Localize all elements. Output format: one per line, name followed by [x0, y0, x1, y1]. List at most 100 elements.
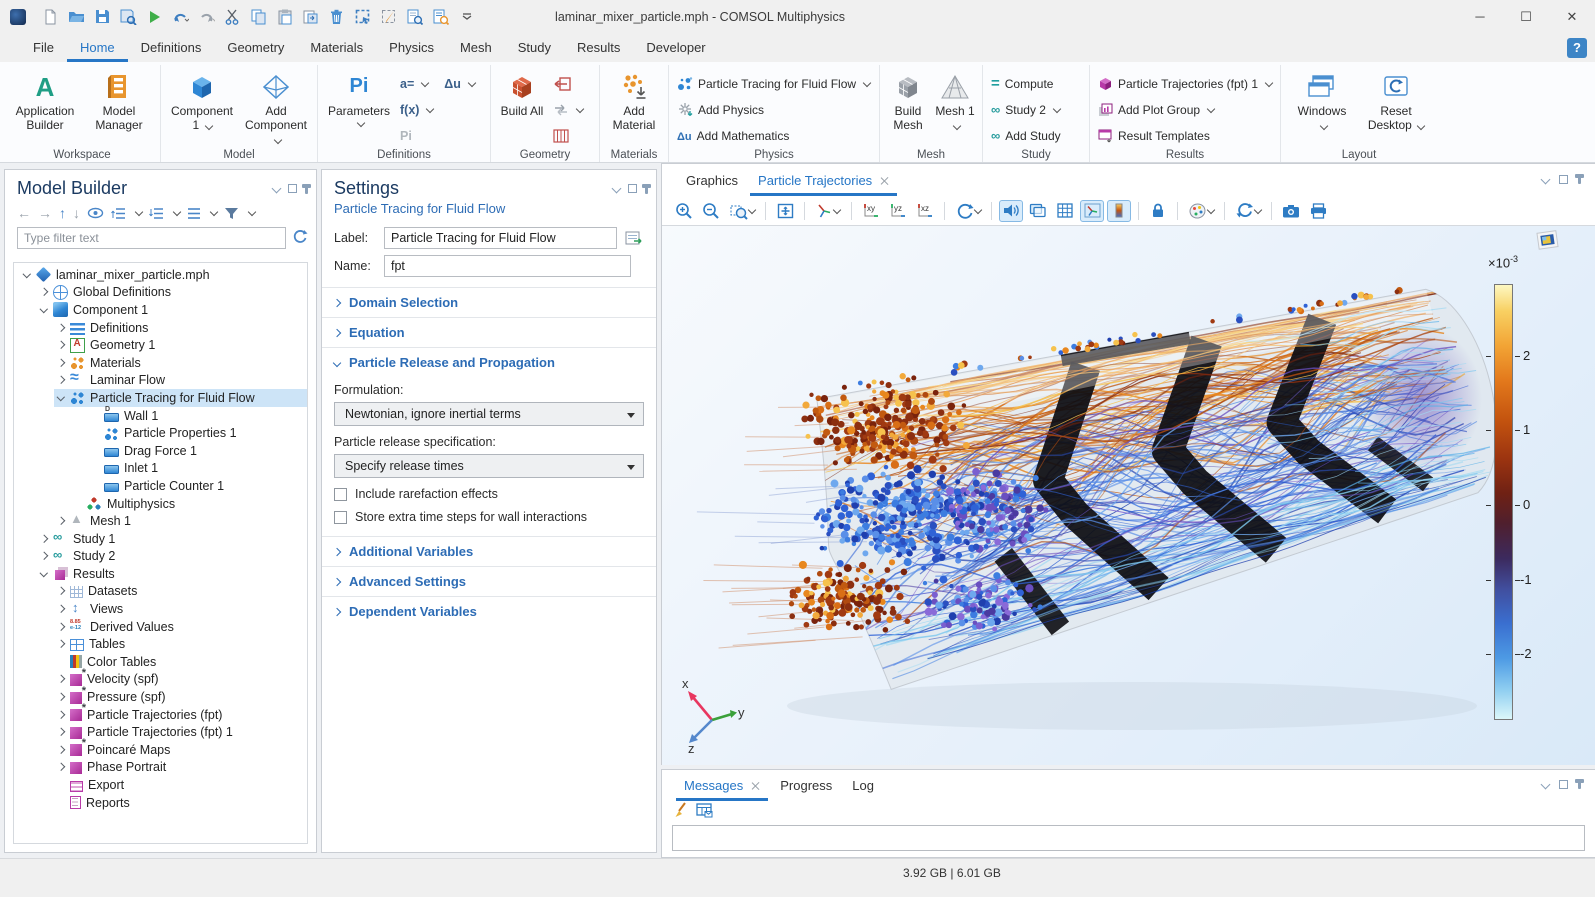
tree-item[interactable]: Poincaré Maps — [54, 741, 307, 759]
new-file-icon[interactable] — [42, 8, 59, 25]
menu-definitions[interactable]: Definitions — [128, 33, 215, 62]
panel-menu-icon[interactable] — [1541, 779, 1551, 789]
graphics-canvas[interactable]: ×10-3 2 1 0 -1 -2 x y z — [662, 225, 1595, 765]
tree-item[interactable]: Datasets — [54, 583, 307, 601]
tree-item[interactable]: Particle Trajectories (fpt) — [54, 706, 307, 724]
add-mathematics-button[interactable]: Add Mathematics — [674, 123, 874, 148]
menu-results[interactable]: Results — [564, 33, 633, 62]
copy-icon[interactable] — [250, 8, 267, 25]
filter-icon[interactable] — [224, 207, 239, 220]
tree-item[interactable]: Results — [37, 565, 307, 583]
back-icon[interactable]: ← — [17, 205, 31, 221]
scene-axes-icon[interactable] — [1080, 200, 1104, 222]
float-panel-icon[interactable] — [1559, 175, 1568, 184]
undo-icon[interactable] — [172, 8, 189, 25]
filter-input[interactable] — [17, 227, 286, 249]
cut-icon[interactable] — [224, 8, 241, 25]
add-plot-group-button[interactable]: Add Plot Group — [1095, 97, 1275, 122]
sound-icon[interactable] — [999, 200, 1023, 222]
rename-icon[interactable] — [623, 227, 644, 249]
component1-button[interactable]: Component 1 — [166, 67, 238, 132]
tree-item[interactable]: Reports — [54, 794, 307, 812]
float-panel-icon[interactable] — [628, 184, 637, 193]
pin-panel-icon[interactable] — [645, 184, 648, 194]
plot-group-button[interactable]: Particle Trajectories (fpt) 1 — [1095, 71, 1275, 96]
menu-file[interactable]: File — [20, 33, 67, 62]
variables-button[interactable]: a=Δu — [397, 71, 485, 96]
tree-item[interactable]: Color Tables — [54, 653, 307, 671]
menu-study[interactable]: Study — [505, 33, 564, 62]
tree-item[interactable]: Laminar Flow — [54, 372, 307, 390]
section-domain-selection[interactable]: Domain Selection — [322, 287, 656, 317]
wall-interactions-checkbox-row[interactable]: Store extra time steps for wall interact… — [334, 510, 644, 524]
menu-developer[interactable]: Developer — [633, 33, 718, 62]
tree-item[interactable]: Component 1 — [37, 301, 307, 319]
name-input[interactable] — [384, 255, 631, 277]
toolbar-chevron-icon[interactable] — [458, 8, 475, 25]
select-icon[interactable] — [354, 8, 371, 25]
lasso-icon[interactable] — [380, 8, 397, 25]
add-study-button[interactable]: Add Study — [988, 123, 1084, 148]
physics-interface-button[interactable]: Particle Tracing for Fluid Flow — [674, 71, 874, 96]
zoom-box-icon[interactable] — [726, 200, 758, 222]
formulation-select[interactable]: Newtonian, ignore inertial terms — [334, 402, 644, 426]
close-button[interactable]: ✕ — [1549, 0, 1595, 33]
run-icon[interactable] — [146, 8, 163, 25]
maximize-button[interactable]: ☐ — [1503, 0, 1549, 33]
color-legend-icon[interactable] — [1107, 200, 1131, 222]
view-yz-icon[interactable]: yz — [886, 200, 910, 222]
expand-all-icon[interactable] — [149, 207, 164, 220]
menu-materials[interactable]: Materials — [297, 33, 376, 62]
tab-messages[interactable]: Messages — [674, 770, 770, 801]
refresh-icon[interactable] — [292, 229, 308, 247]
tree-item[interactable]: Particle Properties 1 — [88, 424, 307, 442]
tree-item[interactable]: Inlet 1 — [88, 460, 307, 478]
geometry-parts-icon[interactable] — [550, 123, 594, 148]
tree-item[interactable]: Study 2 — [37, 548, 307, 566]
appearance-icon[interactable] — [1185, 200, 1217, 222]
table-message-icon[interactable] — [696, 803, 713, 821]
parameters-button[interactable]: Parameters — [323, 67, 395, 126]
section-particle-release[interactable]: Particle Release and Propagation Formula… — [322, 347, 656, 536]
build-all-button[interactable]: Build All — [496, 67, 548, 118]
tab-progress[interactable]: Progress — [770, 770, 842, 801]
study2-button[interactable]: Study 2 — [988, 97, 1084, 122]
preview-doc-icon[interactable] — [406, 8, 423, 25]
lock-icon[interactable] — [1146, 200, 1170, 222]
panel-menu-icon[interactable] — [612, 184, 622, 194]
tab-graphics[interactable]: Graphics — [676, 164, 748, 196]
zoom-in-icon[interactable] — [672, 200, 696, 222]
add-component-button[interactable]: Add Component — [240, 67, 312, 146]
snapshot-icon[interactable] — [1279, 200, 1303, 222]
menu-home[interactable]: Home — [67, 33, 128, 62]
tree-item[interactable]: Wall 1 — [88, 407, 307, 425]
add-material-button[interactable]: Add Material — [605, 67, 663, 132]
close-icon[interactable] — [880, 176, 889, 185]
tree-item[interactable]: Particle Counter 1 — [88, 477, 307, 495]
tree-item[interactable]: laminar_mixer_particle.mph — [20, 266, 307, 284]
tree-item[interactable]: Mesh 1 — [54, 512, 307, 530]
pin-panel-icon[interactable] — [305, 184, 308, 194]
search-doc-icon[interactable] — [432, 8, 449, 25]
tree-item[interactable]: Global Definitions — [37, 284, 307, 302]
tree-item[interactable]: Materials — [54, 354, 307, 372]
float-panel-icon[interactable] — [1559, 780, 1568, 789]
tree-item[interactable]: Multiphysics — [71, 495, 307, 513]
tree-item[interactable]: Definitions — [54, 319, 307, 337]
move-down-icon[interactable]: ↓ — [73, 205, 80, 221]
pin-panel-icon[interactable] — [1578, 779, 1581, 789]
clear-icon[interactable] — [674, 802, 688, 821]
result-templates-button[interactable]: Result Templates — [1095, 123, 1275, 148]
rotate-icon[interactable] — [952, 200, 984, 222]
panel-menu-icon[interactable] — [1541, 174, 1551, 184]
mesh1-button[interactable]: Mesh 1 — [933, 67, 977, 132]
tab-log[interactable]: Log — [842, 770, 884, 801]
functions-button[interactable]: f(x) — [397, 97, 485, 122]
move-up-icon[interactable]: ↑ — [59, 205, 66, 221]
section-equation[interactable]: Equation — [322, 317, 656, 347]
help-button[interactable]: ? — [1567, 38, 1587, 58]
minimize-button[interactable]: ─ — [1457, 0, 1503, 33]
tree-item[interactable]: Tables — [54, 635, 307, 653]
windows-button[interactable]: Windows — [1286, 67, 1358, 132]
insert-sequence-icon[interactable] — [550, 97, 594, 122]
